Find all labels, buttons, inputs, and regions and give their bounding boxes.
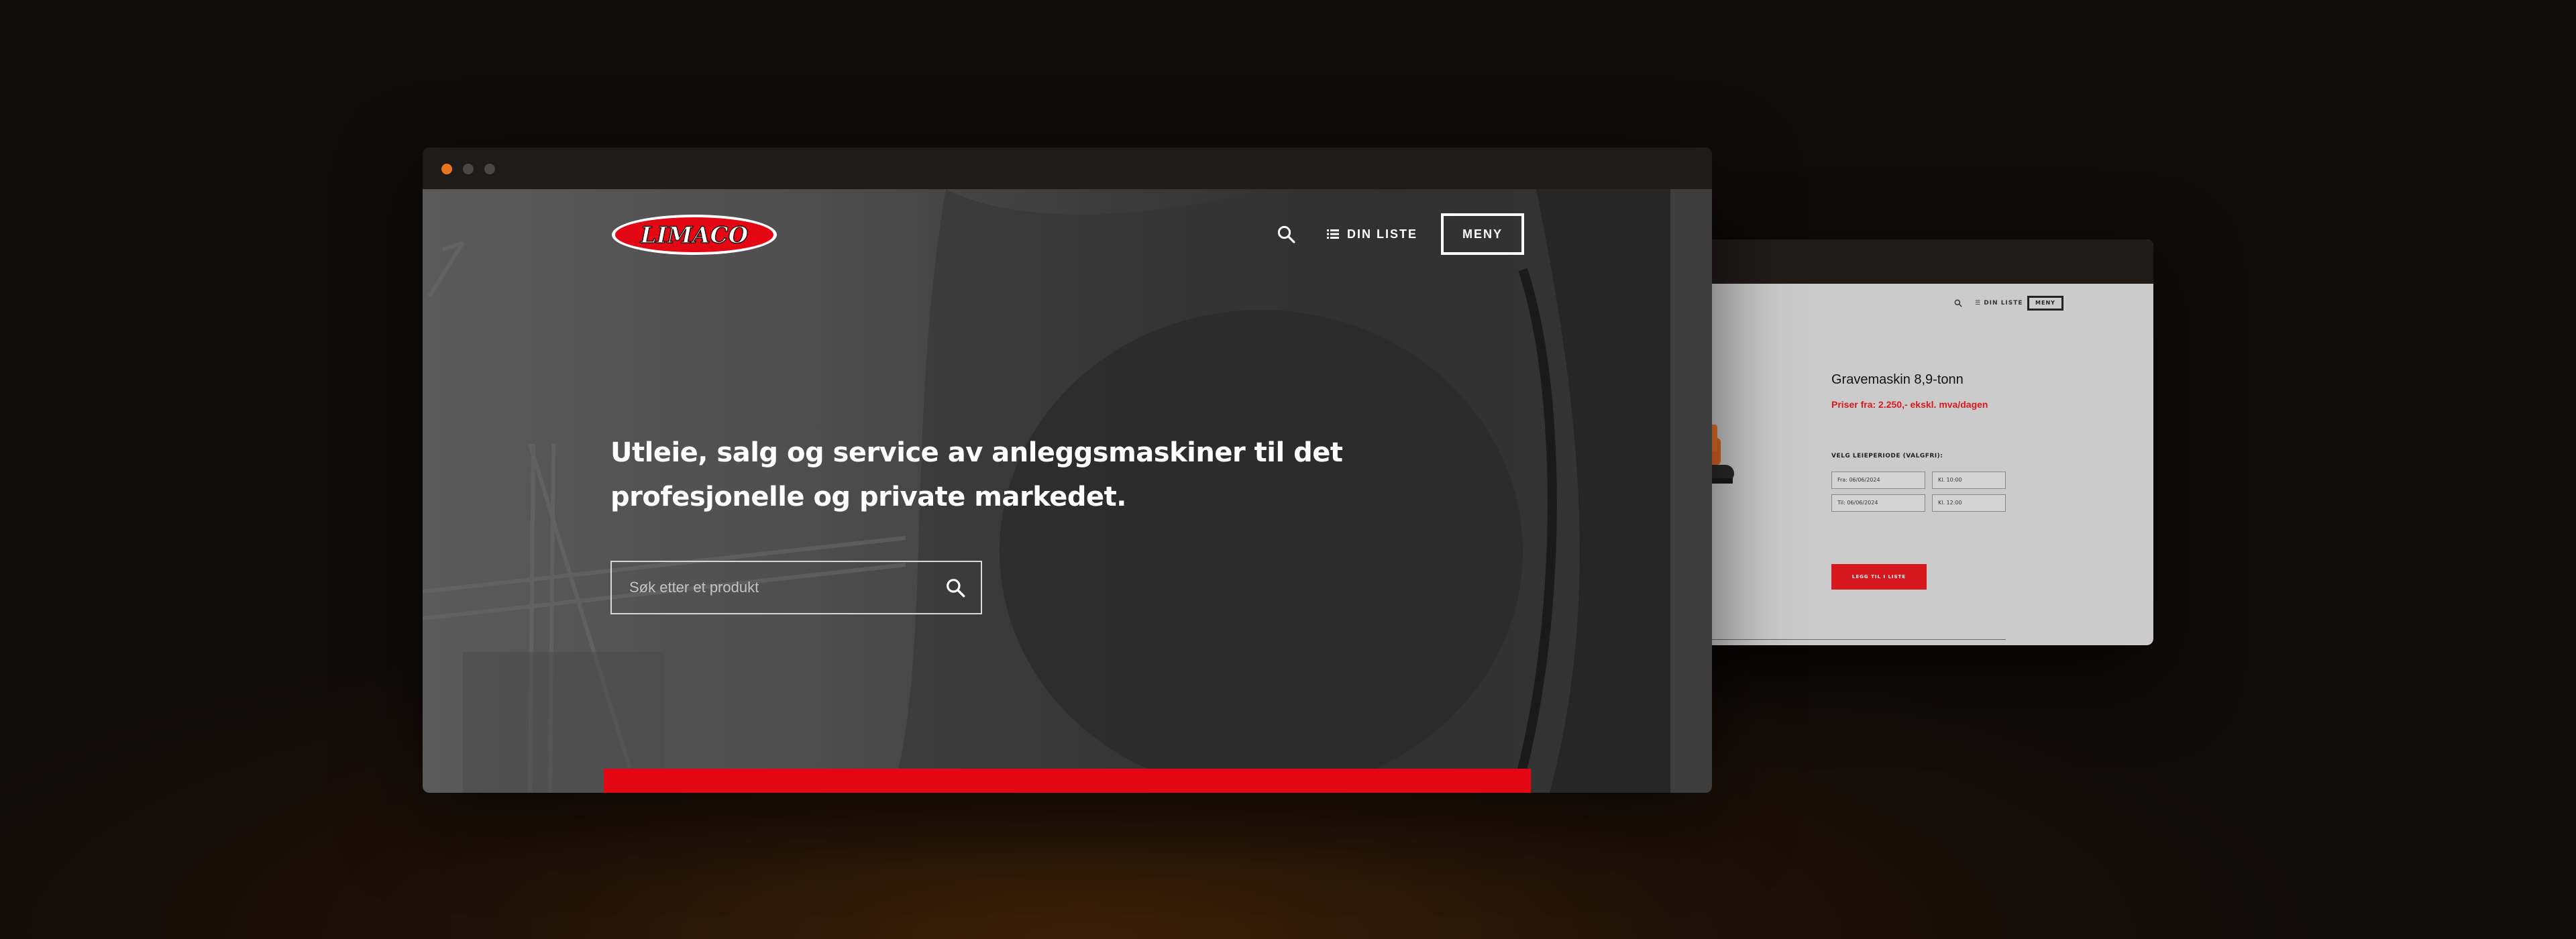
from-date-field[interactable]: Fra: 06/06/2024 xyxy=(1831,472,1925,489)
red-accent-bar xyxy=(604,769,1531,793)
product-price: Priser fra: 2.250,- ekskl. mva/dagen xyxy=(1831,399,1988,410)
din-liste-link[interactable]: ☰ DIN LISTE xyxy=(1975,300,2023,307)
search-icon[interactable] xyxy=(1276,224,1296,244)
product-page-window: ☰ DIN LISTE MENY Gravemaskin 8,9-tonn Pr… xyxy=(1650,239,2153,645)
din-liste-label: DIN LISTE xyxy=(1984,300,2023,307)
search-icon[interactable] xyxy=(945,577,966,598)
din-liste-label: DIN LISTE xyxy=(1347,227,1418,241)
hero-section: LIMACO DIN LISTE MENY Utleie, salg og se… xyxy=(423,189,1712,793)
to-time-select[interactable]: Kl. 12:00 xyxy=(1932,494,2006,512)
product-search xyxy=(610,561,982,614)
window-titlebar xyxy=(1650,239,2153,284)
homepage-window: LIMACO DIN LISTE MENY Utleie, salg og se… xyxy=(423,148,1712,793)
list-icon xyxy=(1327,229,1339,239)
window-titlebar xyxy=(423,148,1712,189)
list-icon: ☰ xyxy=(1975,300,1984,307)
to-date-field[interactable]: Til: 06/06/2024 xyxy=(1831,494,1925,512)
product-title: Gravemaskin 8,9-tonn xyxy=(1831,372,1964,387)
from-time-select[interactable]: Kl. 10:00 xyxy=(1932,472,2006,489)
menu-button[interactable]: MENY xyxy=(2027,296,2063,311)
menu-button[interactable]: MENY xyxy=(1441,213,1524,255)
hero-headline: Utleie, salg og service av anleggsmaskin… xyxy=(610,437,1343,512)
window-minimize-dot[interactable] xyxy=(463,164,474,174)
logo-text: LIMACO xyxy=(640,222,749,249)
window-maximize-dot[interactable] xyxy=(484,164,495,174)
product-page-content: ☰ DIN LISTE MENY Gravemaskin 8,9-tonn Pr… xyxy=(1650,284,2153,645)
window-close-dot[interactable] xyxy=(441,164,452,174)
din-liste-link[interactable]: DIN LISTE xyxy=(1327,223,1417,245)
search-input[interactable] xyxy=(612,562,927,613)
add-to-list-button[interactable]: LEGG TIL I LISTE xyxy=(1831,564,1927,590)
rental-period-label: VELG LEIEPERIODE (VALGFRI): xyxy=(1831,453,1943,459)
search-icon[interactable] xyxy=(1953,298,1963,308)
limaco-logo[interactable]: LIMACO xyxy=(610,213,778,256)
